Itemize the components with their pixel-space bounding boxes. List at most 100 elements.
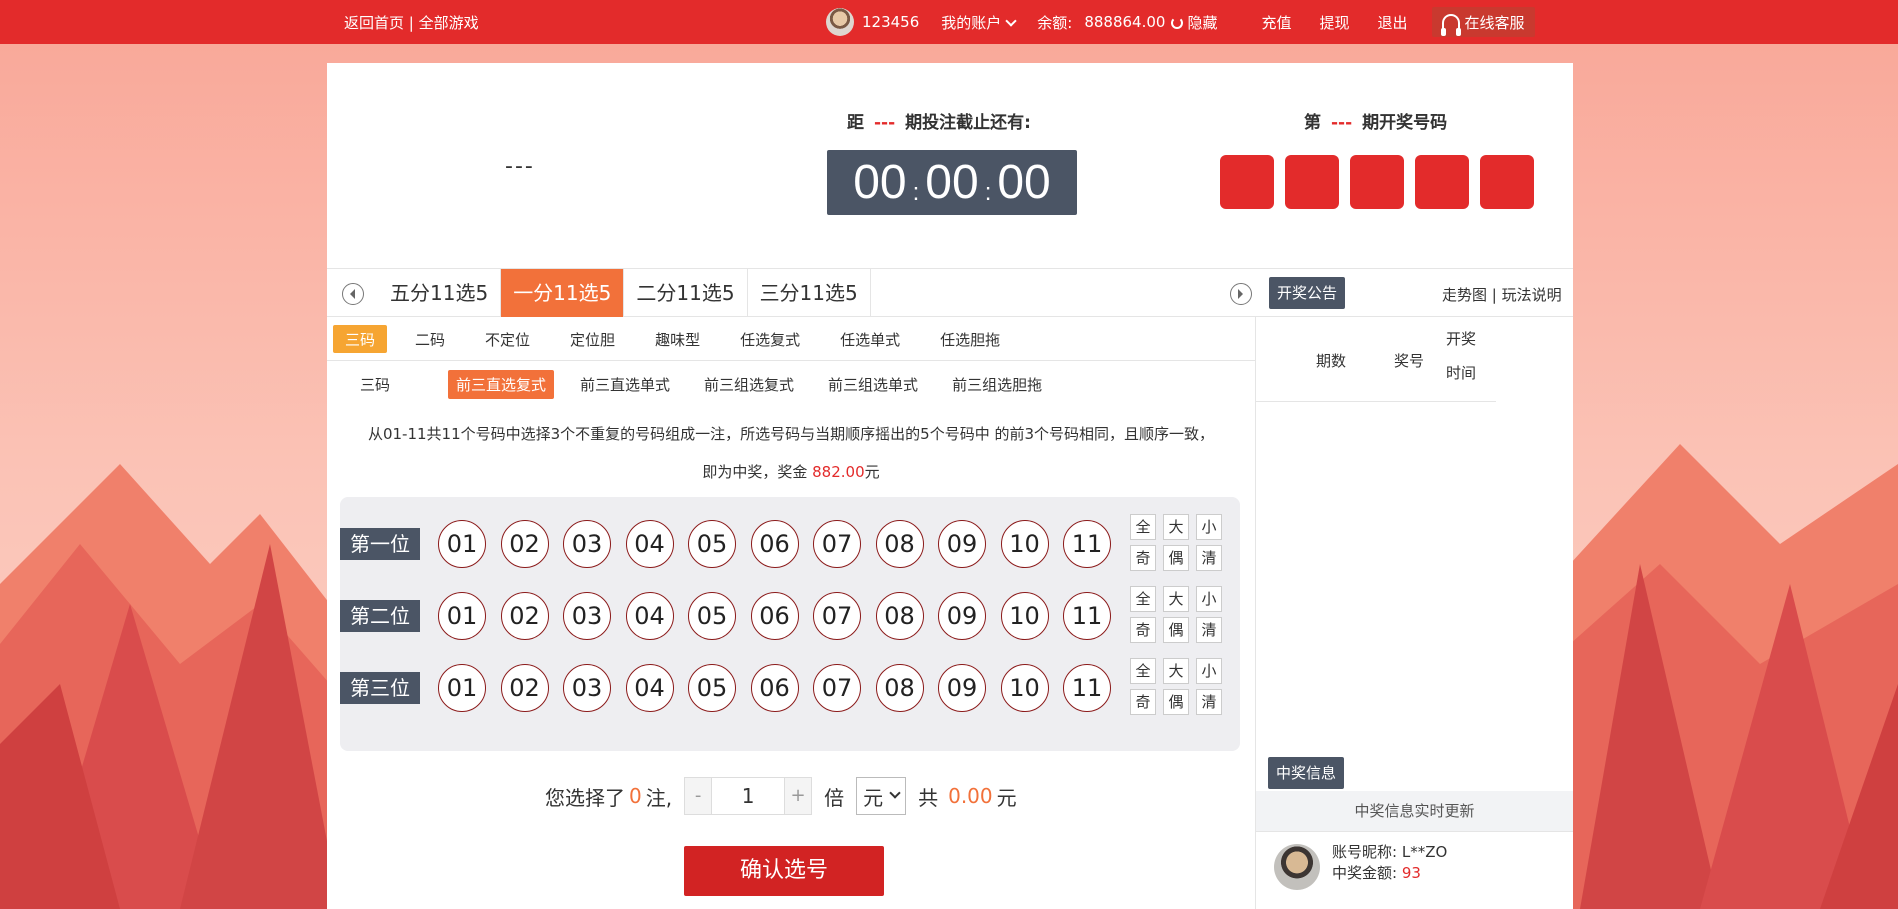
select-even-button[interactable]: 偶: [1163, 545, 1189, 571]
number-ball[interactable]: 08: [875, 520, 924, 568]
number-ball[interactable]: 10: [1000, 592, 1049, 640]
multiplier-input[interactable]: [711, 778, 786, 814]
number-ball[interactable]: 10: [1000, 664, 1049, 712]
select-odd-button[interactable]: 奇: [1130, 689, 1156, 715]
number-ball[interactable]: 06: [750, 592, 799, 640]
number-ball[interactable]: 05: [688, 664, 736, 712]
number-ball[interactable]: 04: [625, 520, 674, 568]
home-link[interactable]: 返回首页: [344, 14, 404, 32]
number-ball[interactable]: 08: [875, 664, 924, 712]
select-small-button[interactable]: 小: [1196, 586, 1222, 612]
tab-lottery[interactable]: 五分11选5: [378, 269, 502, 317]
category-tab[interactable]: 二码: [403, 325, 457, 353]
select-odd-button[interactable]: 奇: [1130, 545, 1156, 571]
number-ball[interactable]: 01: [438, 520, 486, 568]
select-big-button[interactable]: 大: [1163, 658, 1189, 684]
online-service-button[interactable]: 在线客服: [1431, 7, 1535, 37]
category-tab[interactable]: 任选单式: [828, 325, 912, 353]
all-games-link[interactable]: 全部游戏: [419, 14, 479, 32]
number-ball[interactable]: 06: [750, 520, 799, 568]
confirm-selection-button[interactable]: 确认选号: [684, 846, 884, 896]
logout-link[interactable]: 退出: [1378, 12, 1408, 33]
select-all-button[interactable]: 全: [1130, 586, 1156, 612]
tab-lottery[interactable]: 二分11选5: [624, 269, 748, 317]
number-ball[interactable]: 05: [688, 520, 736, 568]
select-even-button[interactable]: 偶: [1163, 617, 1189, 643]
select-all-button[interactable]: 全: [1130, 514, 1156, 540]
chevron-down-icon: [889, 787, 901, 799]
select-big-button[interactable]: 大: [1163, 514, 1189, 540]
category-tab-active[interactable]: 三码: [333, 325, 388, 353]
number-ball[interactable]: 04: [625, 592, 674, 640]
select-odd-button[interactable]: 奇: [1130, 617, 1156, 643]
decrement-button[interactable]: -: [685, 778, 712, 814]
withdraw-link[interactable]: 提现: [1320, 12, 1350, 33]
number-ball[interactable]: 03: [563, 592, 611, 640]
unit-select[interactable]: 元: [856, 777, 907, 815]
subtype-tab[interactable]: 前三组选单式: [820, 370, 926, 399]
number-ball[interactable]: 01: [438, 592, 486, 640]
rules-link[interactable]: 玩法说明: [1502, 286, 1562, 304]
draw-notice-button[interactable]: 开奖公告: [1269, 277, 1346, 309]
number-ball[interactable]: 09: [938, 520, 986, 568]
number-ball[interactable]: 09: [938, 592, 986, 640]
tab-lottery-active[interactable]: 一分11选5: [501, 269, 625, 317]
account-menu[interactable]: 我的账户: [941, 12, 1017, 33]
trend-chart-link[interactable]: 走势图: [1442, 286, 1487, 304]
select-small-button[interactable]: 小: [1196, 658, 1222, 684]
number-ball[interactable]: 11: [1063, 520, 1111, 568]
next-arrow-icon[interactable]: [1230, 283, 1252, 305]
select-small-button[interactable]: 小: [1196, 514, 1222, 540]
number-ball[interactable]: 03: [563, 520, 611, 568]
refresh-icon[interactable]: [1171, 17, 1184, 29]
number-ball[interactable]: 06: [750, 664, 799, 712]
selected-suffix: 注,: [645, 785, 673, 810]
position-label: 第一位: [340, 528, 420, 560]
subtype-tab[interactable]: 前三组选复式: [696, 370, 802, 399]
subtype-tab-active[interactable]: 前三直选复式: [448, 369, 555, 399]
category-tab[interactable]: 定位胆: [558, 325, 627, 353]
number-ball[interactable]: 04: [625, 664, 674, 712]
clear-button[interactable]: 清: [1196, 617, 1222, 643]
increment-button[interactable]: +: [785, 778, 812, 814]
prev-arrow-icon[interactable]: [342, 283, 364, 305]
category-tab[interactable]: 任选胆拖: [928, 325, 1012, 353]
position-label: 第二位: [340, 600, 420, 632]
hide-balance-button[interactable]: 隐藏: [1187, 12, 1217, 33]
play-category-tabs: 三码 二码 不定位 定位胆 趣味型 任选复式 任选单式 任选胆拖: [333, 325, 1028, 353]
countdown-label: 距 --- 期投注截止还有:: [847, 108, 1031, 133]
number-ball[interactable]: 02: [500, 664, 549, 712]
number-ball[interactable]: 11: [1063, 592, 1111, 640]
number-ball[interactable]: 09: [938, 664, 986, 712]
number-ball[interactable]: 03: [563, 664, 611, 712]
description-line-1: 从01-11共11个号码中选择3个不重复的号码组成一注，所选号码与当期顺序摇出的…: [367, 425, 1215, 443]
select-even-button[interactable]: 偶: [1163, 689, 1189, 715]
clear-button[interactable]: 清: [1196, 545, 1222, 571]
number-ball[interactable]: 07: [813, 592, 861, 640]
number-ball[interactable]: 10: [1000, 520, 1049, 568]
tab-lottery[interactable]: 三分11选5: [748, 269, 871, 317]
number-ball[interactable]: 01: [438, 664, 486, 712]
number-ball[interactable]: 08: [875, 592, 924, 640]
recharge-link[interactable]: 充值: [1261, 12, 1291, 33]
avatar[interactable]: [826, 8, 854, 36]
number-ball[interactable]: 02: [500, 592, 549, 640]
column-header-time: 开奖时间: [1445, 330, 1476, 382]
number-ball[interactable]: 02: [500, 520, 549, 568]
number-ball[interactable]: 11: [1063, 664, 1111, 712]
category-tab[interactable]: 不定位: [473, 325, 542, 353]
clear-button[interactable]: 清: [1196, 689, 1222, 715]
select-big-button[interactable]: 大: [1163, 586, 1189, 612]
win-info-realtime: 中奖信息实时更新: [1256, 791, 1573, 831]
top-left-links: 返回首页 | 全部游戏: [344, 12, 479, 33]
number-ball[interactable]: 05: [688, 592, 736, 640]
select-all-button[interactable]: 全: [1130, 658, 1156, 684]
category-tab[interactable]: 任选复式: [728, 325, 812, 353]
nickname-value: L**ZO: [1401, 843, 1448, 861]
subtype-tab[interactable]: 前三直选单式: [572, 370, 678, 399]
number-ball[interactable]: 07: [813, 664, 861, 712]
play-subtype-tabs: 三码 前三直选复式 前三直选单式 前三组选复式 前三组选单式 前三组选胆拖: [360, 369, 1068, 399]
number-ball[interactable]: 07: [813, 520, 861, 568]
category-tab[interactable]: 趣味型: [643, 325, 712, 353]
subtype-tab[interactable]: 前三组选胆拖: [944, 370, 1050, 399]
